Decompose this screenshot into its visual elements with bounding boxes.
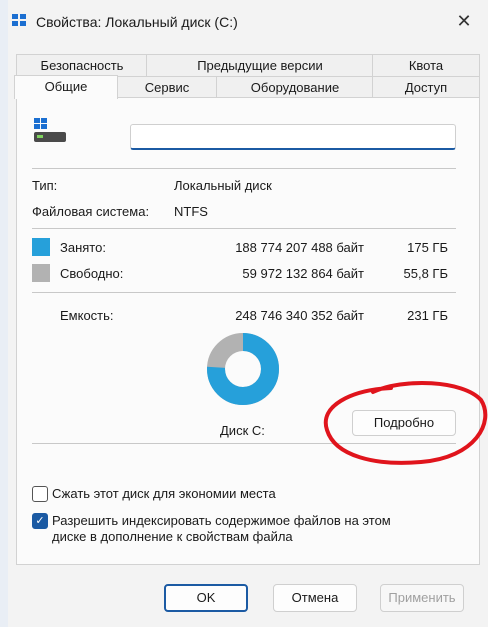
index-label-line2[interactable]: диске в дополнение к свойствам файла	[52, 529, 293, 544]
used-size: 175 ГБ	[407, 240, 448, 255]
tab-quota[interactable]: Квота	[372, 54, 480, 76]
disk-usage-donut	[207, 333, 279, 405]
tab-previous-versions[interactable]: Предыдущие версии	[146, 54, 374, 76]
filesystem-value: NTFS	[174, 204, 208, 219]
drive-icon	[34, 118, 66, 142]
tab-general[interactable]: Общие	[14, 75, 118, 99]
tab-hardware[interactable]: Оборудование	[216, 76, 374, 98]
index-label-line1[interactable]: Разрешить индексировать содержимое файло…	[52, 513, 391, 528]
separator	[32, 292, 456, 293]
used-space-swatch	[32, 238, 50, 256]
type-value: Локальный диск	[174, 178, 272, 193]
tab-security[interactable]: Безопасность	[16, 54, 148, 76]
capacity-size: 231 ГБ	[407, 308, 448, 323]
close-icon[interactable]: ✕	[454, 11, 474, 31]
disk-label: Диск C:	[220, 423, 265, 438]
filesystem-label: Файловая система:	[32, 204, 150, 219]
type-label: Тип:	[32, 178, 58, 193]
index-checkbox[interactable]: ✓	[32, 513, 48, 529]
drive-name-input[interactable]	[130, 124, 456, 150]
properties-dialog: Свойства: Локальный диск (C:) ✕ Безопасн…	[8, 0, 488, 627]
title-bar: Свойства: Локальный диск (C:) ✕	[8, 0, 488, 44]
background-window-strip	[0, 0, 8, 627]
free-bytes: 59 972 132 864 байт	[242, 266, 364, 281]
free-space-swatch	[32, 264, 50, 282]
used-label: Занято:	[60, 240, 106, 255]
tab-service[interactable]: Сервис	[116, 76, 218, 98]
capacity-label: Емкость:	[60, 308, 114, 323]
free-label: Свободно:	[60, 266, 124, 281]
separator	[32, 443, 456, 444]
window-title: Свойства: Локальный диск (C:)	[36, 14, 238, 30]
drive-app-icon	[12, 14, 26, 26]
capacity-bytes: 248 746 340 352 байт	[235, 308, 364, 323]
compress-label[interactable]: Сжать этот диск для экономии места	[52, 486, 276, 501]
details-button[interactable]: Подробно	[352, 410, 456, 436]
separator	[32, 168, 456, 169]
cancel-button[interactable]: Отмена	[273, 584, 357, 612]
free-size: 55,8 ГБ	[403, 266, 448, 281]
used-bytes: 188 774 207 488 байт	[235, 240, 364, 255]
tab-sharing[interactable]: Доступ	[372, 76, 480, 98]
ok-button[interactable]: OK	[164, 584, 248, 612]
apply-button[interactable]: Применить	[380, 584, 464, 612]
separator	[32, 228, 456, 229]
compress-checkbox[interactable]	[32, 486, 48, 502]
